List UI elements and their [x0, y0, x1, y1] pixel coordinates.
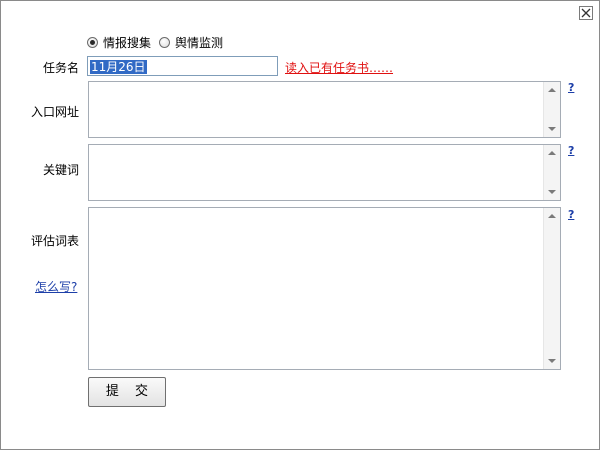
keywords-textarea[interactable]	[88, 144, 561, 201]
task-name-label: 任务名	[42, 61, 79, 75]
entry-url-help-link[interactable]: ?	[568, 81, 574, 94]
how-to-write-link[interactable]: 怎么写?	[35, 278, 77, 295]
radio-intel-collect[interactable]: 情报搜集	[87, 34, 151, 51]
close-button[interactable]	[579, 6, 593, 20]
scroll-up-icon[interactable]	[548, 88, 556, 92]
eval-terms-help-link[interactable]: ?	[568, 208, 574, 221]
radio-dot-icon	[159, 37, 171, 48]
scrollbar[interactable]	[543, 208, 560, 369]
close-icon	[581, 8, 591, 18]
dialog-window: 情报搜集 舆情监测 任务名 11月26日 读入已有任务书…… 入口网址 ? 关键…	[0, 0, 600, 450]
keywords-label: 关键词	[42, 163, 79, 177]
keywords-help-link[interactable]: ?	[568, 144, 574, 157]
eval-terms-label: 评估词表	[31, 234, 80, 248]
scrollbar[interactable]	[543, 145, 560, 200]
radio-dot-icon	[87, 37, 98, 48]
radio-opinion-monitor[interactable]: 舆情监测	[159, 34, 223, 51]
mode-radio-group: 情报搜集 舆情监测	[87, 34, 231, 51]
scroll-down-icon[interactable]	[548, 127, 556, 131]
submit-button[interactable]: 提 交	[88, 377, 166, 407]
task-name-input[interactable]: 11月26日	[87, 56, 278, 76]
task-name-value: 11月26日	[90, 60, 147, 74]
radio-label: 情报搜集	[103, 36, 152, 50]
scroll-down-icon[interactable]	[548, 190, 556, 194]
radio-label: 舆情监测	[175, 36, 224, 50]
scroll-up-icon[interactable]	[548, 214, 556, 218]
scrollbar[interactable]	[543, 82, 560, 137]
load-existing-task-link[interactable]: 读入已有任务书……	[285, 59, 393, 76]
entry-url-label: 入口网址	[31, 105, 80, 119]
scroll-down-icon[interactable]	[548, 359, 556, 363]
entry-url-textarea[interactable]	[88, 81, 561, 138]
scroll-up-icon[interactable]	[548, 151, 556, 155]
eval-terms-textarea[interactable]	[88, 207, 561, 370]
